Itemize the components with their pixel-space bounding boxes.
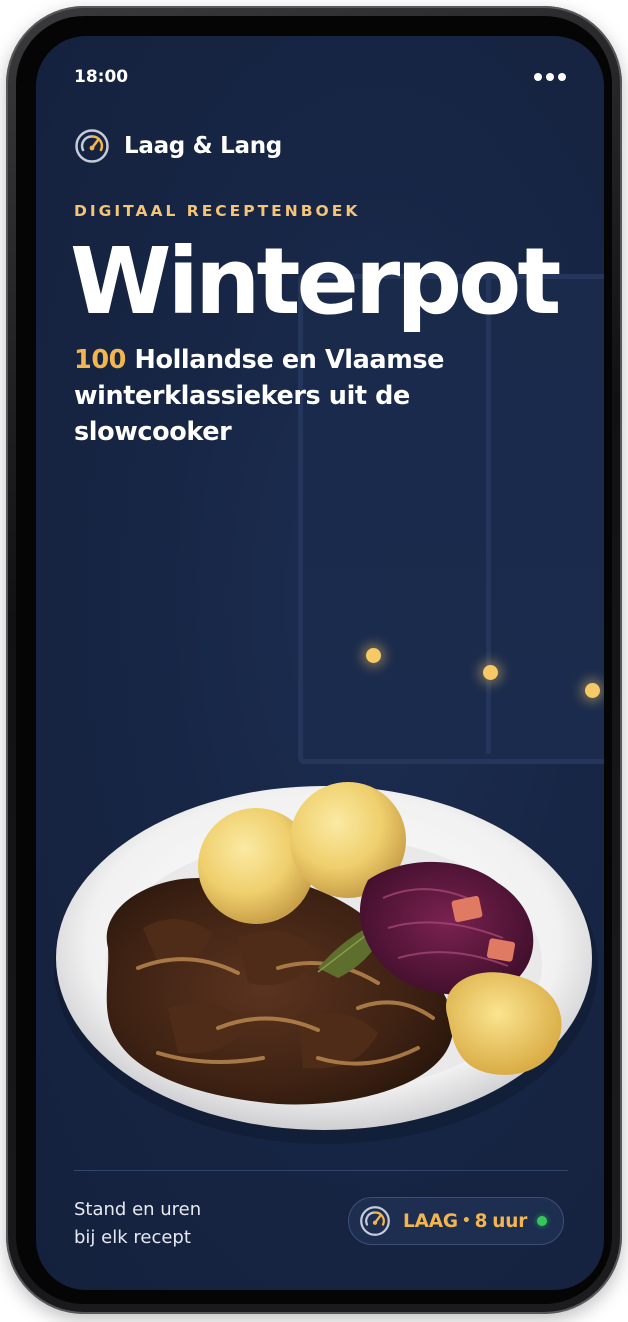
status-time: 18:00	[74, 67, 129, 87]
app-screen: 18:00 Laag & Lang DIGITAAL RECEPTENBOEK …	[36, 36, 604, 1290]
brand-name: Laag & Lang	[124, 133, 282, 159]
light-dot	[483, 665, 498, 680]
footer-line-2: bij elk recept	[74, 1227, 191, 1248]
subtitle-text: Hollandse en Vlaamse winterklassiekers u…	[74, 345, 445, 447]
footer-caption: Stand en uren bij elk recept	[74, 1196, 274, 1252]
light-dot	[366, 648, 381, 663]
subtitle: 100 Hollandse en Vlaamse winterklassieke…	[74, 342, 494, 450]
cook-setting-badge[interactable]: LAAG • 8 uur	[348, 1197, 564, 1245]
badge-separator: •	[461, 1213, 471, 1229]
stew-dish-image	[54, 782, 598, 1144]
badge-text: LAAG • 8 uur	[403, 1211, 527, 1232]
recipe-count: 100	[74, 345, 127, 375]
more-dots-icon[interactable]	[534, 73, 566, 81]
light-dot	[585, 683, 600, 698]
brand-header: Laag & Lang	[74, 128, 282, 164]
gauge-icon	[75, 129, 109, 163]
cook-hours: 8	[474, 1210, 488, 1232]
footer-line-1: Stand en uren	[74, 1199, 202, 1220]
footer-divider	[74, 1170, 568, 1171]
status-dot	[537, 1216, 547, 1226]
page-title: Winterpot	[70, 228, 561, 335]
gauge-icon	[360, 1206, 390, 1236]
kicker-label: DIGITAAL RECEPTENBOEK	[74, 202, 361, 220]
heat-level: LAAG	[403, 1210, 458, 1232]
phone-frame: 18:00 Laag & Lang DIGITAAL RECEPTENBOEK …	[6, 6, 622, 1314]
hours-unit: uur	[492, 1210, 528, 1232]
